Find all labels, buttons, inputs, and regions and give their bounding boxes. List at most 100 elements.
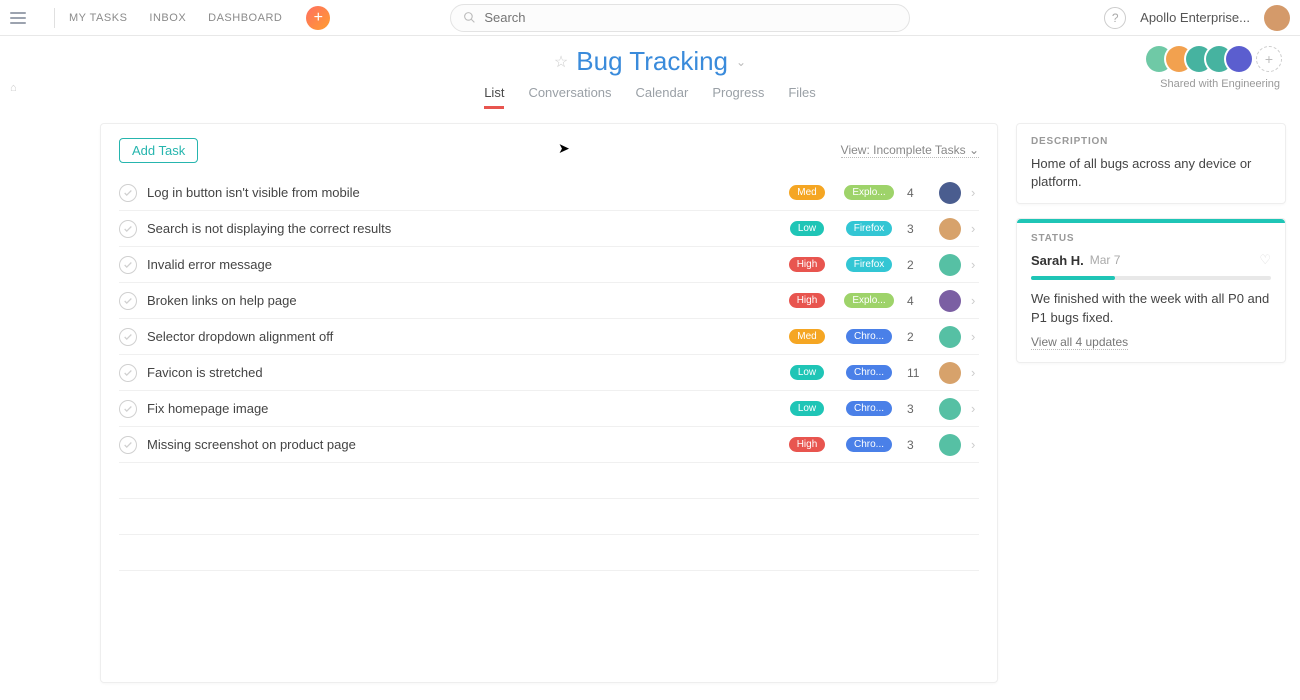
chevron-right-icon[interactable]: › <box>971 437 979 452</box>
view-filter[interactable]: View: Incomplete Tasks ⌄ <box>841 143 979 158</box>
assignee-avatar[interactable] <box>939 290 961 312</box>
tab-progress[interactable]: Progress <box>712 85 764 109</box>
tab-calendar[interactable]: Calendar <box>636 85 689 109</box>
project-members: + <box>1152 46 1282 72</box>
browser-tag[interactable]: Chro... <box>846 401 892 416</box>
help-icon[interactable]: ? <box>1104 7 1126 29</box>
task-row[interactable]: Invalid error message High Firefox 2 › <box>119 247 979 283</box>
task-row[interactable]: Log in button isn't visible from mobile M… <box>119 175 979 211</box>
task-row[interactable]: Broken links on help page High Explo... 4 › <box>119 283 979 319</box>
priority-tag[interactable]: High <box>789 437 826 452</box>
assignee-avatar[interactable] <box>939 218 961 240</box>
priority-tag[interactable]: Low <box>790 401 824 416</box>
subtask-count: 2 <box>907 258 929 272</box>
priority-tag[interactable]: High <box>789 257 826 272</box>
priority-tag[interactable]: High <box>789 293 826 308</box>
tab-list[interactable]: List <box>484 85 504 109</box>
chevron-down-icon[interactable]: ⌄ <box>736 55 746 69</box>
workspace-name[interactable]: Apollo Enterprise... <box>1140 10 1250 25</box>
task-row[interactable]: Selector dropdown alignment off Med Chro..… <box>119 319 979 355</box>
task-title[interactable]: Missing screenshot on product page <box>147 437 773 452</box>
chevron-right-icon[interactable]: › <box>971 293 979 308</box>
complete-checkbox[interactable] <box>119 184 137 202</box>
priority-tag[interactable]: Med <box>789 329 824 344</box>
status-body: We finished with the week with all P0 an… <box>1031 290 1271 326</box>
task-title[interactable]: Search is not displaying the correct res… <box>147 221 773 236</box>
status-accent <box>1017 219 1285 223</box>
complete-checkbox[interactable] <box>119 364 137 382</box>
browser-tag[interactable]: Explo... <box>844 293 893 308</box>
status-progress <box>1031 276 1271 280</box>
tab-files[interactable]: Files <box>788 85 815 109</box>
project-header: ☆ Bug Tracking ⌄ List Conversations Cale… <box>0 36 1300 109</box>
task-row[interactable]: Favicon is stretched Low Chro... 11 › <box>119 355 979 391</box>
search-input[interactable] <box>450 4 910 32</box>
member-avatar[interactable] <box>1226 46 1252 72</box>
priority-tag[interactable]: Med <box>789 185 824 200</box>
browser-tag[interactable]: Firefox <box>846 257 893 272</box>
menu-icon[interactable] <box>10 7 32 29</box>
browser-tag[interactable]: Firefox <box>846 221 893 236</box>
empty-row[interactable] <box>119 463 979 499</box>
tab-conversations[interactable]: Conversations <box>528 85 611 109</box>
assignee-avatar[interactable] <box>939 362 961 384</box>
task-title[interactable]: Log in button isn't visible from mobile <box>147 185 773 200</box>
status-heading: STATUS <box>1031 233 1271 244</box>
task-row[interactable]: Fix homepage image Low Chro... 3 › <box>119 391 979 427</box>
task-list-panel: Add Task View: Incomplete Tasks ⌄ Log in… <box>100 123 998 683</box>
complete-checkbox[interactable] <box>119 328 137 346</box>
chevron-right-icon[interactable]: › <box>971 257 979 272</box>
subtask-count: 3 <box>907 402 929 416</box>
subtask-count: 4 <box>907 186 929 200</box>
subtask-count: 11 <box>907 366 929 380</box>
task-row[interactable]: Missing screenshot on product page High Ch… <box>119 427 979 463</box>
star-icon[interactable]: ☆ <box>554 52 568 72</box>
user-avatar[interactable] <box>1264 5 1290 31</box>
complete-checkbox[interactable] <box>119 292 137 310</box>
complete-checkbox[interactable] <box>119 256 137 274</box>
task-title[interactable]: Selector dropdown alignment off <box>147 329 773 344</box>
task-title[interactable]: Invalid error message <box>147 257 773 272</box>
nav-dashboard[interactable]: DASHBOARD <box>208 12 282 24</box>
assignee-avatar[interactable] <box>939 398 961 420</box>
task-title[interactable]: Broken links on help page <box>147 293 773 308</box>
complete-checkbox[interactable] <box>119 220 137 238</box>
priority-tag[interactable]: Low <box>790 365 824 380</box>
chevron-right-icon[interactable]: › <box>971 401 979 416</box>
task-title[interactable]: Fix homepage image <box>147 401 773 416</box>
assignee-avatar[interactable] <box>939 434 961 456</box>
browser-tag[interactable]: Explo... <box>844 185 893 200</box>
complete-checkbox[interactable] <box>119 400 137 418</box>
add-member-button[interactable]: + <box>1256 46 1282 72</box>
assignee-avatar[interactable] <box>939 326 961 348</box>
chevron-right-icon[interactable]: › <box>971 221 979 236</box>
assignee-avatar[interactable] <box>939 182 961 204</box>
top-nav: MY TASKS INBOX DASHBOARD <box>69 12 282 24</box>
home-icon[interactable]: ⌂ <box>10 82 17 94</box>
chevron-right-icon[interactable]: › <box>971 329 979 344</box>
nav-my-tasks[interactable]: MY TASKS <box>69 12 127 24</box>
task-title[interactable]: Favicon is stretched <box>147 365 773 380</box>
subtask-count: 4 <box>907 294 929 308</box>
priority-tag[interactable]: Low <box>790 221 824 236</box>
nav-inbox[interactable]: INBOX <box>149 12 186 24</box>
task-row[interactable]: Search is not displaying the correct res… <box>119 211 979 247</box>
description-heading: DESCRIPTION <box>1031 136 1271 147</box>
complete-checkbox[interactable] <box>119 436 137 454</box>
like-icon[interactable]: ♡ <box>1259 252 1271 268</box>
chevron-right-icon[interactable]: › <box>971 185 979 200</box>
add-button[interactable]: + <box>306 6 330 30</box>
chevron-right-icon[interactable]: › <box>971 365 979 380</box>
add-task-button[interactable]: Add Task <box>119 138 198 163</box>
assignee-avatar[interactable] <box>939 254 961 276</box>
empty-row[interactable] <box>119 499 979 535</box>
view-updates-link[interactable]: View all 4 updates <box>1031 335 1128 350</box>
search-icon <box>463 11 476 24</box>
subtask-count: 3 <box>907 438 929 452</box>
browser-tag[interactable]: Chro... <box>846 329 892 344</box>
empty-row[interactable] <box>119 535 979 571</box>
search-field[interactable] <box>484 10 897 25</box>
browser-tag[interactable]: Chro... <box>846 437 892 452</box>
browser-tag[interactable]: Chro... <box>846 365 892 380</box>
project-title[interactable]: Bug Tracking <box>576 46 728 77</box>
